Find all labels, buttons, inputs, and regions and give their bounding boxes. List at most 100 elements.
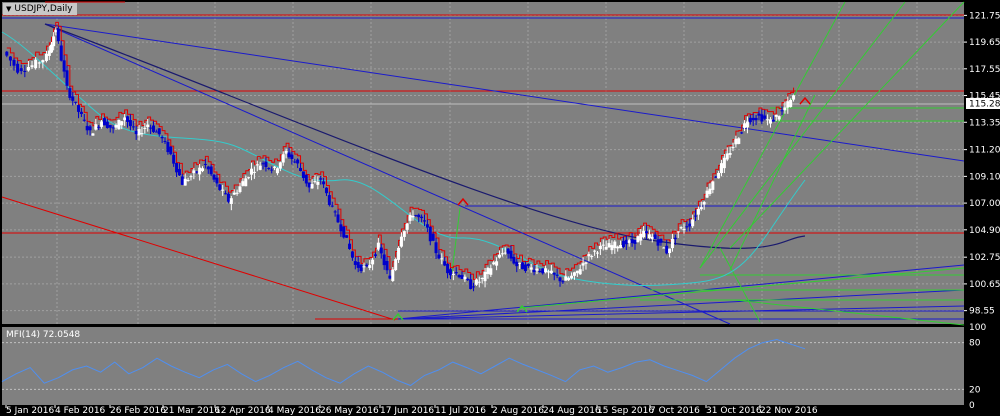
candle-body xyxy=(362,266,366,268)
candle-body xyxy=(166,142,170,153)
candle-body xyxy=(131,126,135,128)
candle-body xyxy=(241,181,245,186)
candle-body xyxy=(575,270,579,274)
candle-body xyxy=(327,195,331,205)
candle-body xyxy=(140,133,144,135)
candle-body xyxy=(402,231,406,237)
candle-body xyxy=(645,231,649,234)
candle-body xyxy=(503,252,507,254)
candle-body xyxy=(143,127,147,129)
x-tick-label: 17 Jun 2016 xyxy=(380,406,434,416)
candle-body xyxy=(12,59,16,66)
x-tick-label: 15 Sep 2016 xyxy=(597,406,654,416)
candle-body xyxy=(238,186,242,193)
chevron-down-icon[interactable]: ▼ xyxy=(6,3,11,15)
candle-body xyxy=(538,270,542,272)
candle-body xyxy=(521,262,525,270)
candle-body xyxy=(748,117,752,123)
candle-body xyxy=(552,272,556,275)
candle-body xyxy=(134,130,138,135)
candle-body xyxy=(37,62,41,64)
candle-body xyxy=(469,279,473,290)
candle-body xyxy=(154,131,158,133)
candle-body xyxy=(270,169,274,171)
candle-body xyxy=(16,63,20,73)
candle-body xyxy=(330,205,334,207)
candle-body xyxy=(56,29,60,42)
indicator-tick-label: 0 xyxy=(969,401,975,411)
candle-body xyxy=(598,245,602,250)
candle-body xyxy=(656,239,660,246)
candle-body xyxy=(385,260,389,271)
candle-body xyxy=(477,281,481,283)
candle-body xyxy=(201,168,204,172)
candle-body xyxy=(734,138,738,145)
candle-body xyxy=(85,125,89,131)
indicator-pane[interactable] xyxy=(2,327,964,405)
candle-body xyxy=(786,101,790,108)
candle-body xyxy=(670,238,674,249)
symbol-title[interactable]: ▼ USDJPY,Daily xyxy=(3,3,77,15)
candle-body xyxy=(391,269,395,281)
candle-body xyxy=(117,119,121,130)
candle-body xyxy=(74,101,78,103)
candle-body xyxy=(428,226,432,242)
candle-body xyxy=(751,117,755,121)
candle-body xyxy=(5,51,9,56)
candle-body xyxy=(578,269,582,275)
candle-body xyxy=(792,95,796,100)
candle-body xyxy=(714,176,718,178)
candle-body xyxy=(120,121,124,126)
candle-body xyxy=(183,178,187,186)
candle-body xyxy=(100,121,104,127)
candle-body xyxy=(177,169,181,176)
candle-body xyxy=(647,234,651,239)
candle-body xyxy=(8,56,12,61)
candle-body xyxy=(780,110,784,112)
candle-body xyxy=(630,239,634,244)
candle-body xyxy=(169,146,173,155)
indicator-label: MFI(14) 72.0548 xyxy=(6,330,80,340)
candle-body xyxy=(275,168,279,174)
candle-body xyxy=(215,177,219,184)
candle-body xyxy=(212,174,216,180)
candle-body xyxy=(146,124,150,128)
candle-body xyxy=(296,159,300,164)
candle-body xyxy=(301,171,305,179)
candle-body xyxy=(123,117,127,121)
candle-body xyxy=(373,254,377,256)
x-tick-label: 31 Oct 2016 xyxy=(706,406,762,416)
chart-canvas[interactable]: 121.75119.65117.55115.45113.35111.20109.… xyxy=(0,0,1000,416)
candle-body xyxy=(356,262,360,268)
candle-body xyxy=(685,226,689,228)
indicator-tick-label: 80 xyxy=(969,339,981,349)
candle-body xyxy=(774,114,778,117)
candle-body xyxy=(682,229,686,231)
current-price-marker: 115.28 xyxy=(966,98,1000,110)
candle-body xyxy=(567,277,571,281)
candle-body xyxy=(414,215,418,217)
candle-body xyxy=(258,165,262,170)
indicator-tick-label: 20 xyxy=(969,385,981,395)
candle-body xyxy=(423,220,427,222)
candle-body xyxy=(480,277,484,279)
price-pane[interactable] xyxy=(2,2,964,324)
candle-body xyxy=(454,272,458,274)
candle-body xyxy=(495,261,499,266)
candle-body xyxy=(23,70,27,72)
candle-body xyxy=(613,241,617,249)
candle-body xyxy=(281,154,285,163)
candle-body xyxy=(365,264,369,267)
candle-body xyxy=(624,239,628,245)
candle-body xyxy=(244,178,248,187)
candle-body xyxy=(696,208,700,215)
candle-body xyxy=(572,272,576,276)
candle-body xyxy=(584,262,588,264)
candle-body xyxy=(722,157,726,169)
candle-body xyxy=(209,166,213,175)
candle-body xyxy=(273,166,277,168)
candle-body xyxy=(486,267,490,274)
candle-body xyxy=(777,116,781,120)
time-axis[interactable]: 5 Jan 2016 4 Feb 2016 26 Feb 201621 Mar 20… xyxy=(5,405,818,416)
candle-body xyxy=(711,181,715,190)
